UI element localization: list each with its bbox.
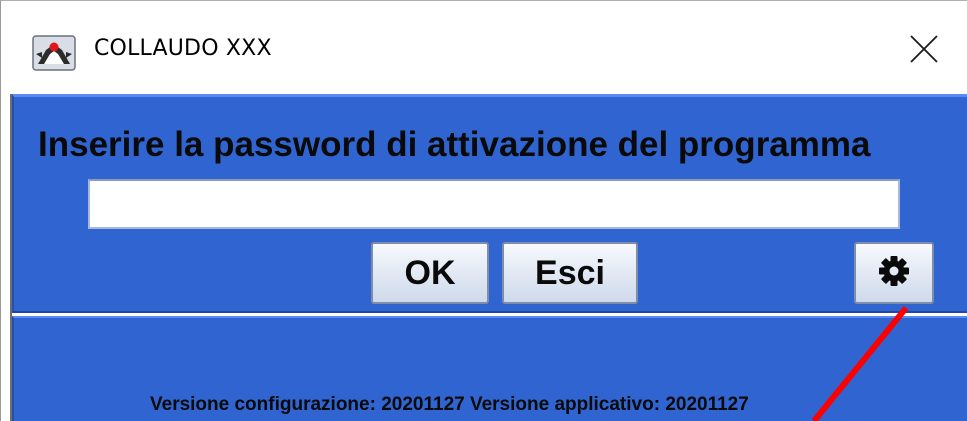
password-input[interactable] xyxy=(88,179,900,229)
window-title: COLLAUDO XXX xyxy=(94,36,272,61)
java-duke-icon xyxy=(32,32,76,72)
password-panel: Inserire la password di attivazione del … xyxy=(12,94,967,313)
esci-button[interactable]: Esci xyxy=(502,242,638,304)
password-prompt: Inserire la password di attivazione del … xyxy=(38,125,871,164)
gear-icon xyxy=(877,254,911,293)
settings-button[interactable] xyxy=(854,242,934,304)
close-icon xyxy=(909,34,939,69)
close-button[interactable] xyxy=(901,28,947,74)
version-text: Versione configurazione: 20201127 Versio… xyxy=(150,394,749,415)
version-panel: Versione configurazione: 20201127 Versio… xyxy=(12,316,967,421)
title-bar[interactable]: COLLAUDO XXX xyxy=(12,14,967,94)
ok-button[interactable]: OK xyxy=(371,242,489,304)
